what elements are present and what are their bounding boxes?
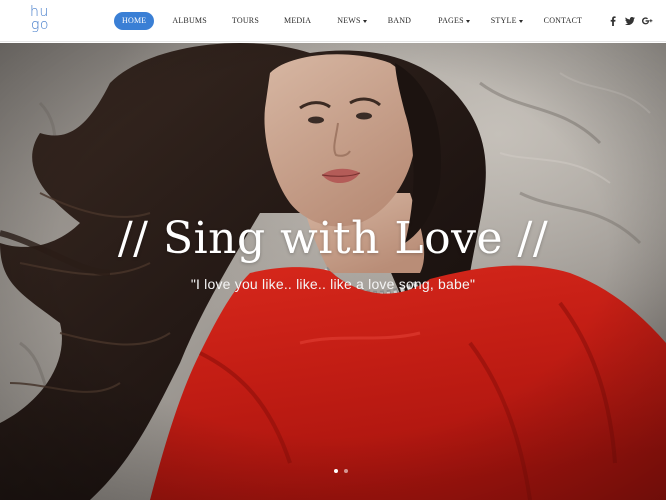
page: hu go HOME ALBUMS TOURS MEDIA NEWS BAND (0, 0, 666, 500)
nav-label: NEWS (337, 16, 361, 25)
nav-item-news[interactable]: NEWS (337, 12, 367, 30)
nav-label: PAGES (438, 16, 464, 25)
site-header: hu go HOME ALBUMS TOURS MEDIA NEWS BAND (0, 0, 666, 42)
chevron-down-icon (518, 19, 523, 23)
main-nav: HOME ALBUMS TOURS MEDIA NEWS BAND PAGES (114, 12, 582, 30)
nav-label: BAND (387, 16, 412, 25)
nav-item-media[interactable]: MEDIA (284, 12, 311, 30)
nav-item-band[interactable]: BAND (388, 12, 411, 30)
nav-label: ALBUMS (172, 16, 207, 25)
google-plus-icon[interactable] (641, 15, 653, 27)
nav-item-tours[interactable]: TOURS (232, 12, 259, 30)
nav-item-home[interactable]: HOME (114, 12, 155, 30)
twitter-icon[interactable] (624, 15, 636, 27)
slider-dot-2[interactable] (344, 469, 348, 473)
nav-label: MEDIA (284, 16, 312, 25)
hero-title: // Sing with Love // (117, 213, 549, 264)
nav-label: STYLE (490, 16, 517, 25)
hero-subtitle: "I love you like.. like.. like a love so… (190, 276, 476, 292)
hero-background-image (0, 43, 666, 500)
nav-label: TOURS (231, 16, 259, 25)
slider-dot-1[interactable] (334, 469, 338, 473)
chevron-down-icon (362, 19, 367, 23)
social-links (607, 14, 658, 28)
hero-slider: // Sing with Love // "I love you like.. … (0, 43, 666, 500)
site-logo[interactable]: hu go (30, 5, 56, 36)
nav-item-albums[interactable]: ALBUMS (172, 12, 207, 30)
nav-label: HOME (122, 16, 147, 25)
nav-item-style[interactable]: STYLE (491, 12, 523, 30)
chevron-down-icon (465, 19, 470, 23)
logo-line-2: go (31, 17, 49, 33)
nav-item-pages[interactable]: PAGES (438, 12, 470, 30)
facebook-icon[interactable] (607, 15, 619, 27)
slider-pagination (334, 469, 348, 473)
nav-item-contact[interactable]: CONTACT (544, 12, 583, 30)
nav-label: CONTACT (543, 16, 583, 25)
